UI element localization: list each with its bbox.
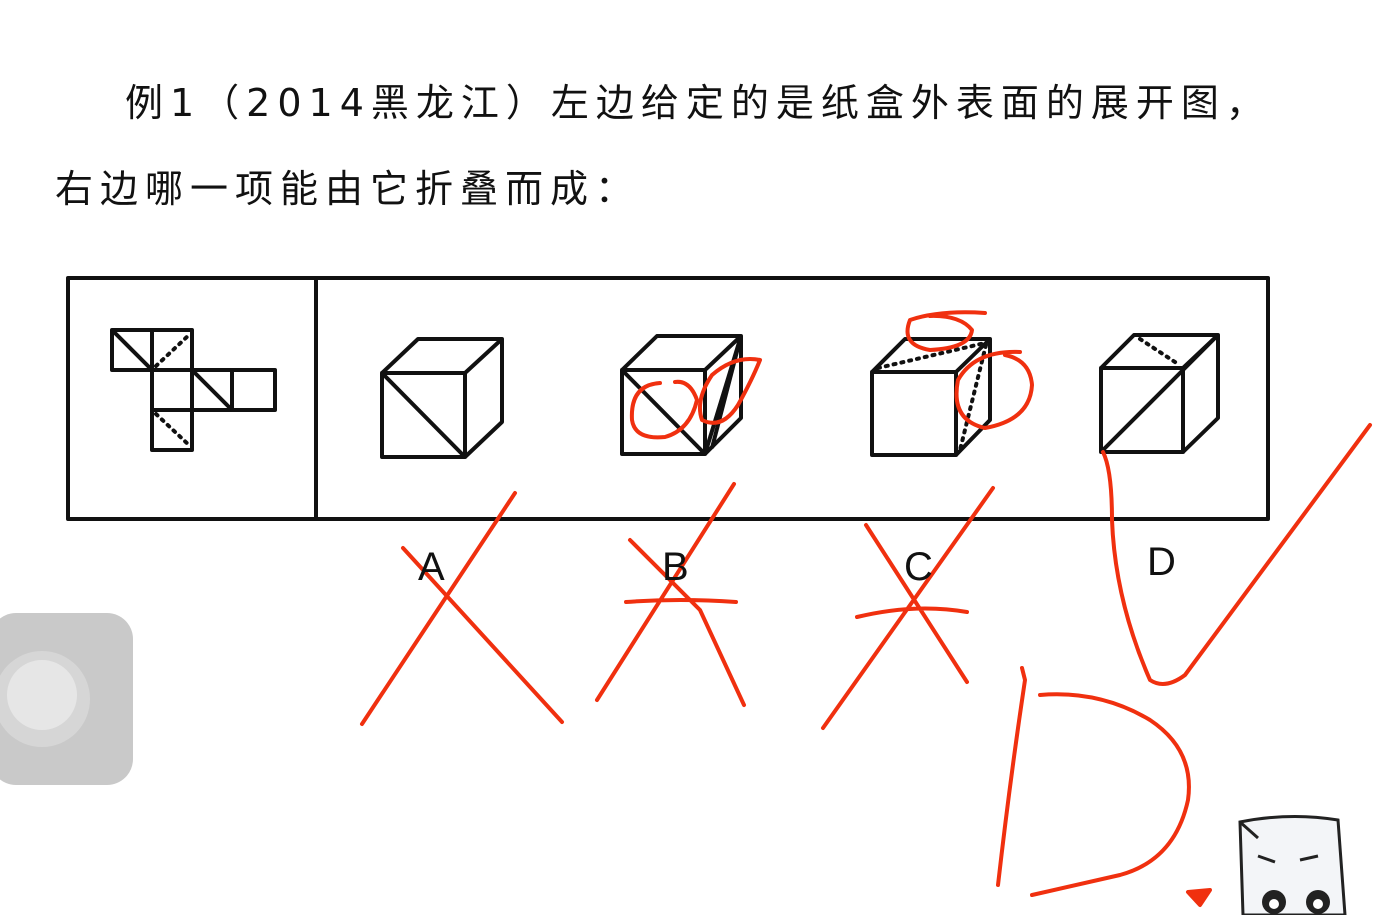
option-label-c[interactable]: C: [904, 545, 933, 590]
figure-frame: [66, 276, 1270, 521]
option-label-d[interactable]: D: [1147, 540, 1176, 585]
circle-b-front: [629, 379, 699, 440]
floating-assistive-button[interactable]: [0, 613, 133, 785]
assistive-button-core: [7, 660, 77, 730]
cube-option-b: [620, 334, 743, 456]
check-mark-d: [1101, 423, 1372, 686]
cross-c: [821, 486, 995, 730]
option-label-b[interactable]: B: [662, 545, 689, 590]
cube-option-c: [870, 337, 992, 457]
cross-a: [360, 491, 564, 726]
cube-option-a: [380, 337, 504, 459]
answer-letter-d: [996, 666, 1191, 897]
cube-option-d: [1099, 333, 1220, 454]
option-label-a[interactable]: A: [418, 545, 445, 590]
cube-net: [110, 328, 277, 452]
figure-diagram: [66, 276, 1372, 915]
assistive-button-ring: [0, 651, 90, 747]
mascot-icon: [1238, 814, 1347, 915]
